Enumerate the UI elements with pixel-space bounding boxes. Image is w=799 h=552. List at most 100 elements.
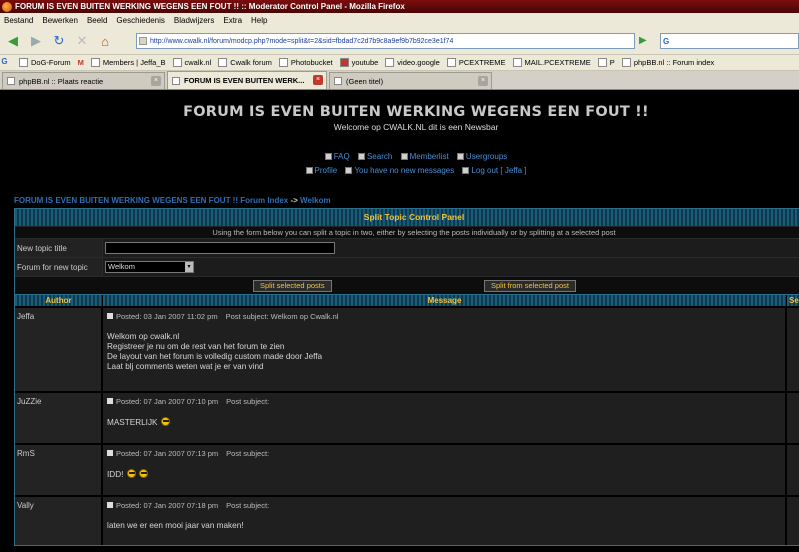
post-select-cell: [787, 497, 799, 545]
phpbb-icon: [621, 58, 631, 67]
bookmark-p[interactable]: P: [597, 58, 615, 67]
tab-phpbb-reactie[interactable]: phpBB.nl :: Plaats reactie ×: [2, 72, 165, 89]
nav-memberlist[interactable]: Memberlist: [400, 152, 449, 161]
bookmark-gmail-icon[interactable]: M: [78, 58, 84, 67]
post-author: Jeffa: [15, 308, 103, 391]
go-icon[interactable]: ▶: [639, 35, 647, 46]
bookmark-cwalk-nl[interactable]: cwalk.nl: [172, 58, 211, 67]
breadcrumb: FORUM IS EVEN BUITEN WERKING WEGENS EEN …: [14, 196, 331, 205]
forum-select-row: Forum for new topic Welkom ▾: [15, 257, 799, 276]
navigation-toolbar: ◀ ▶ ↻ ✕ ⌂ http://www.cwalk.nl/forum/modc…: [0, 28, 799, 55]
post-body: Posted: 07 Jan 2007 07:10 pm Post subject…: [103, 393, 787, 443]
post-author: JuZZie: [15, 393, 103, 443]
messages-icon: [345, 167, 353, 174]
page-icon: [512, 58, 522, 67]
post-row: Jeffa Posted: 03 Jan 2007 11:02 pm Post s…: [15, 306, 799, 391]
search-input[interactable]: G: [660, 33, 799, 49]
forum-select[interactable]: Welkom ▾: [105, 261, 194, 273]
post-icon: [107, 398, 113, 404]
reload-icon[interactable]: ↻: [49, 31, 69, 51]
menu-help[interactable]: Help: [251, 16, 267, 25]
forum-nav: FAQ Search Memberlist Usergroups Profile…: [0, 152, 799, 180]
post-body: Posted: 07 Jan 2007 07:13 pm Post subject…: [103, 445, 787, 495]
bookmark-dog-forum[interactable]: DoG-Forum: [19, 58, 71, 67]
post-text: Welkom op cwalk.nl Registreer je nu om d…: [107, 332, 323, 371]
menu-beeld[interactable]: Beeld: [87, 16, 107, 25]
close-tab-icon[interactable]: ×: [478, 76, 488, 86]
post-meta: Posted: 07 Jan 2007 07:18 pm Post subject…: [107, 501, 781, 510]
breadcrumb-separator: ->: [290, 196, 298, 205]
nav-profile[interactable]: Profile: [305, 166, 337, 175]
menu-bewerken[interactable]: Bewerken: [42, 16, 78, 25]
page-icon: [446, 58, 456, 67]
menu-geschiedenis[interactable]: Geschiedenis: [116, 16, 164, 25]
page-icon: [334, 77, 342, 85]
new-topic-title-input[interactable]: [105, 242, 335, 254]
page-icon: [172, 58, 182, 67]
menu-bestand[interactable]: Bestand: [4, 16, 33, 25]
post-icon: [107, 450, 113, 456]
split-topic-panel: Split Topic Control Panel Using the form…: [14, 208, 799, 546]
google-icon: [385, 58, 395, 67]
tab-geen-titel[interactable]: (Geen titel) ×: [329, 72, 492, 89]
post-row: Vally Posted: 07 Jan 2007 07:18 pm Post s…: [15, 495, 799, 545]
post-text: laten we er een mooi jaar van maken!: [107, 521, 244, 530]
post-select-cell: [787, 445, 799, 495]
post-meta: Posted: 07 Jan 2007 07:13 pm Post subject…: [107, 449, 781, 458]
col-author: Author: [15, 295, 103, 306]
close-tab-icon[interactable]: ×: [151, 76, 161, 86]
bookmarks-toolbar: G DoG-Forum M Members | Jeffa_B cwalk.nl…: [0, 55, 799, 71]
nav-messages[interactable]: You have no new messages: [345, 166, 454, 175]
split-buttons-row: Split selected posts Split from selected…: [15, 276, 799, 294]
google-search-icon[interactable]: G: [663, 37, 669, 46]
breadcrumb-forum-index[interactable]: FORUM IS EVEN BUITEN WERKING WEGENS EEN …: [14, 196, 288, 205]
profile-icon: [305, 167, 313, 174]
bookmark-pcextreme[interactable]: PCEXTREME: [446, 58, 506, 67]
bookmark-video-google[interactable]: video.google: [385, 58, 440, 67]
home-icon[interactable]: ⌂: [95, 31, 115, 51]
tab-forum-modcp[interactable]: FORUM IS EVEN BUITEN WERK... ×: [167, 71, 327, 89]
menu-extra[interactable]: Extra: [223, 16, 242, 25]
nav-faq[interactable]: FAQ: [324, 152, 350, 161]
site-description: Welcome op CWALK.NL dit is een Newsbar: [333, 122, 499, 132]
site-favicon-icon: [139, 37, 147, 45]
url-bar[interactable]: http://www.cwalk.nl/forum/modcp.php?mode…: [136, 33, 635, 49]
bookmark-photobucket[interactable]: Photobucket: [278, 58, 333, 67]
bookmark-phpbb-index[interactable]: phpBB.nl :: Forum index: [621, 58, 714, 67]
cool-smiley-icon: [138, 469, 148, 478]
breadcrumb-topic[interactable]: Welkom: [300, 196, 331, 205]
close-tab-icon[interactable]: ×: [313, 75, 323, 85]
post-select-cell: [787, 308, 799, 391]
nav-logout[interactable]: Log out [ Jeffa ]: [462, 166, 526, 175]
nav-usergroups[interactable]: Usergroups: [456, 152, 507, 161]
cool-smiley-icon: [126, 469, 136, 478]
bookmark-youtube[interactable]: youtube: [339, 58, 378, 67]
back-arrow-icon[interactable]: ◀: [3, 31, 23, 51]
col-message: Message: [103, 295, 787, 306]
dropdown-arrow-icon[interactable]: ▾: [185, 262, 193, 272]
bookmark-cwalk-forum[interactable]: Cwalk forum: [218, 58, 272, 67]
post-meta: Posted: 07 Jan 2007 07:10 pm Post subject…: [107, 397, 781, 406]
site-title: FORUM IS EVEN BUITEN WERKING WEGENS EEN …: [183, 104, 649, 120]
bookmark-mail-pcextreme[interactable]: MAIL.PCEXTREME: [512, 58, 591, 67]
memberlist-icon: [400, 153, 408, 160]
new-topic-title-row: New topic title: [15, 238, 799, 257]
bookmark-members[interactable]: Members | Jeffa_B: [90, 58, 166, 67]
stop-icon[interactable]: ✕: [72, 31, 92, 51]
split-selected-button[interactable]: Split selected posts: [253, 280, 332, 292]
window-title: FORUM IS EVEN BUITEN WERKING WEGENS EEN …: [15, 2, 405, 11]
forum-select-label: Forum for new topic: [15, 258, 103, 276]
post-meta: Posted: 03 Jan 2007 11:02 pm Post subject…: [107, 312, 781, 321]
col-select: Se: [789, 296, 799, 305]
panel-info: Using the form below you can split a top…: [15, 226, 799, 238]
nav-search[interactable]: Search: [357, 152, 392, 161]
post-row: JuZZie Posted: 07 Jan 2007 07:10 pm Post …: [15, 391, 799, 443]
split-from-button[interactable]: Split from selected post: [484, 280, 576, 292]
forward-arrow-icon[interactable]: ▶: [26, 31, 46, 51]
post-author: Vally: [15, 497, 103, 545]
post-text: MASTERLIJK: [107, 417, 781, 428]
bookmark-google-icon[interactable]: G: [0, 58, 12, 67]
tab-strip: phpBB.nl :: Plaats reactie × FORUM IS EV…: [0, 71, 799, 90]
menu-bladwijzers[interactable]: Bladwijzers: [174, 16, 214, 25]
url-text: http://www.cwalk.nl/forum/modcp.php?mode…: [150, 37, 454, 45]
